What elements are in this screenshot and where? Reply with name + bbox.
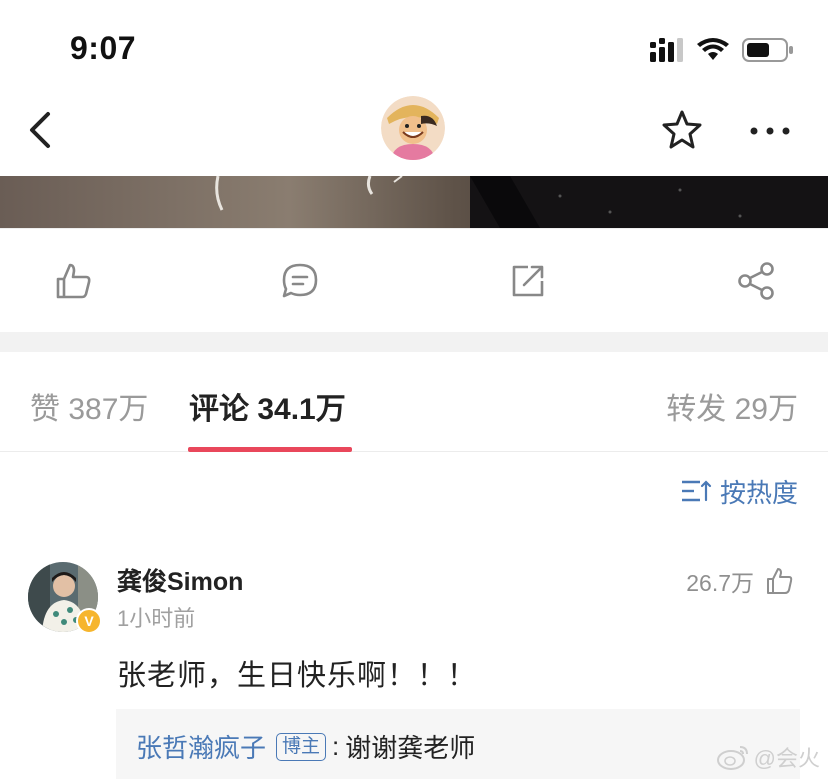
post-action-bar <box>0 228 828 332</box>
reply-preview[interactable]: 张哲瀚疯子 博主 : 谢谢龚老师 <box>116 709 800 779</box>
interaction-tabs: 赞 387万 评论 34.1万 转发 29万 <box>0 352 828 452</box>
tab-likes[interactable]: 赞 387万 <box>30 384 148 428</box>
tab-reposts[interactable]: 转发 29万 <box>666 384 798 428</box>
thumbs-up-icon <box>767 568 793 594</box>
weibo-logo-icon <box>716 746 748 770</box>
comment-avatar[interactable]: V <box>28 562 102 634</box>
comment-timestamp: 1小时前 <box>117 606 196 631</box>
weibo-watermark: @会火 <box>716 742 820 772</box>
repost-icon[interactable] <box>506 259 550 303</box>
post-image[interactable] <box>0 176 828 228</box>
status-time: 9:07 <box>70 30 137 66</box>
share-icon[interactable] <box>734 259 778 303</box>
status-bar: 9:07 <box>0 0 828 96</box>
cellular-signal-icon <box>650 38 683 62</box>
op-tag-badge: 博主 <box>276 732 327 761</box>
profile-avatar[interactable] <box>381 96 445 160</box>
wifi-icon <box>697 38 729 60</box>
sort-by-hot-button[interactable]: 按热度 <box>680 474 798 508</box>
battery-icon <box>742 38 793 62</box>
reply-separator: : <box>332 731 340 761</box>
watermark-text: @会火 <box>753 746 820 771</box>
section-divider <box>0 332 828 352</box>
top-nav-bar <box>0 96 828 176</box>
comment-like-count: 26.7万 <box>686 570 754 596</box>
comment-text: 张老师，生日快乐啊！！！ <box>117 660 478 692</box>
back-arrow-icon[interactable] <box>22 108 66 152</box>
tab-comments[interactable]: 评论 34.1万 <box>189 384 346 428</box>
comment-item: V 龚俊Simon 1小时前 26.7万 张老师，生日快乐啊！！！ 张哲瀚疯子 … <box>0 556 828 779</box>
comment-like-button[interactable]: 26.7万 <box>686 564 794 598</box>
status-icons <box>650 36 794 64</box>
star-icon[interactable] <box>660 108 704 152</box>
verified-badge-icon: V <box>76 608 102 634</box>
sort-label: 按热度 <box>719 477 798 508</box>
comment-bubble-icon[interactable] <box>278 259 322 303</box>
reply-author-name[interactable]: 张哲瀚疯子 <box>136 728 266 765</box>
thumbs-up-icon[interactable] <box>50 259 94 303</box>
reply-line: 张哲瀚疯子 博主 : 谢谢龚老师 <box>136 728 475 765</box>
reply-text: 谢谢龚老师 <box>345 733 476 763</box>
more-dots-icon[interactable] <box>748 116 792 146</box>
comment-author-name[interactable]: 龚俊Simon <box>117 562 243 598</box>
active-tab-indicator <box>188 447 352 452</box>
sort-lines-icon <box>681 480 712 502</box>
